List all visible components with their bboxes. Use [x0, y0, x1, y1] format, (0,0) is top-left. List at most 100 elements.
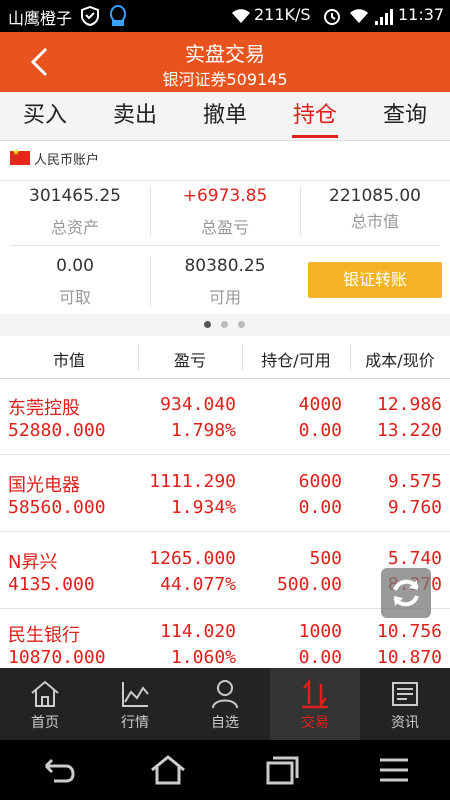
- market-value: 4135.000: [8, 574, 95, 595]
- tab-sell[interactable]: 卖出: [90, 92, 180, 140]
- holdings-table-header: 市值 盈亏 持仓/可用 成本/现价: [0, 336, 450, 379]
- nav-label: 首页: [31, 715, 59, 731]
- total-market-value-label: 总市值: [350, 212, 399, 231]
- profit: 1111.290: [149, 471, 236, 492]
- current-price: 13.220: [376, 420, 442, 441]
- available-qty: 500.00: [276, 574, 342, 595]
- cost-price: 9.575: [387, 471, 442, 492]
- divider: [10, 245, 440, 246]
- holding-qty: 4000: [298, 394, 342, 415]
- trade-icon: [302, 678, 328, 709]
- system-nav-bar: [0, 740, 450, 800]
- stock-name: 国光电器: [8, 475, 80, 496]
- total-profit: +6973.85 总盈亏: [150, 186, 300, 238]
- stock-name: N昇兴: [8, 552, 58, 573]
- header-market-value: 市值: [52, 351, 85, 370]
- available-funds-value: 80380.25: [184, 256, 266, 276]
- page-indicator: [0, 314, 450, 336]
- broker-account: 银河证券509145: [162, 70, 288, 89]
- total-market-value: 221085.00 总市值: [300, 186, 450, 232]
- market-value: 10870.000: [8, 647, 106, 668]
- clock: 11:37: [398, 5, 445, 24]
- current-price: 10.870: [376, 647, 442, 668]
- cost-price: 5.740: [387, 548, 442, 569]
- table-row[interactable]: 国光电器 58560.000 1111.290 1.934% 6000 0.00…: [0, 455, 450, 532]
- total-profit-label: 总盈亏: [200, 218, 249, 237]
- current-price: 9.760: [387, 497, 442, 518]
- total-profit-value: +6973.85: [182, 186, 268, 206]
- active-tab-indicator: [292, 135, 338, 138]
- withdrawable-value: 0.00: [56, 256, 94, 276]
- bank-transfer-button[interactable]: 银证转账: [308, 262, 442, 298]
- page-dot[interactable]: [221, 321, 228, 328]
- refresh-icon[interactable]: [381, 568, 431, 618]
- market-value: 52880.000: [8, 420, 106, 441]
- profit-percent: 1.060%: [170, 647, 236, 668]
- total-assets: 301465.25 总资产: [0, 186, 150, 238]
- tab-label: 撤单: [202, 103, 247, 128]
- available-qty: 0.00: [298, 420, 342, 441]
- withdrawable-label: 可取: [58, 288, 91, 307]
- shield-icon: [81, 6, 99, 26]
- bottom-nav: 首页 行情 自选 交易 资讯: [0, 668, 450, 740]
- nav-market[interactable]: 行情: [90, 668, 180, 740]
- available-qty: 0.00: [298, 497, 342, 518]
- china-flag-icon: [10, 148, 30, 165]
- home-icon: [31, 680, 59, 707]
- tab-label: 买入: [22, 103, 67, 128]
- tab-label: 持仓: [292, 103, 337, 128]
- page-dot[interactable]: [238, 321, 245, 328]
- profit-percent: 1.934%: [170, 497, 236, 518]
- holding-qty: 1000: [298, 621, 342, 642]
- nav-news[interactable]: 资讯: [360, 668, 450, 740]
- page-title: 实盘交易: [185, 42, 265, 66]
- tab-holdings[interactable]: 持仓: [270, 92, 360, 140]
- table-row[interactable]: 东莞控股 52880.000 934.040 1.798% 4000 0.00 …: [0, 378, 450, 455]
- network-speed: 211K/S: [254, 5, 311, 24]
- profit-percent: 1.798%: [170, 420, 236, 441]
- person-icon: [212, 680, 238, 709]
- status-bar: 山鹰橙子 211K/S 11:37: [0, 0, 450, 32]
- holding-qty: 500: [309, 548, 342, 569]
- header-profit: 盈亏: [173, 351, 206, 370]
- back-icon[interactable]: [38, 754, 78, 786]
- profit-percent: 44.077%: [160, 574, 236, 595]
- stock-name: 东莞控股: [8, 398, 80, 419]
- news-icon: [392, 682, 418, 706]
- nav-watchlist[interactable]: 自选: [180, 668, 270, 740]
- nav-home[interactable]: 首页: [0, 668, 90, 740]
- wifi-icon: [232, 9, 250, 23]
- nav-label: 自选: [211, 715, 239, 731]
- cost-price: 12.986: [376, 394, 442, 415]
- tab-query[interactable]: 查询: [360, 92, 450, 140]
- header-cost-price: 成本/现价: [365, 351, 435, 370]
- tab-cancel[interactable]: 撤单: [180, 92, 270, 140]
- app-header: 实盘交易 银河证券509145: [0, 32, 450, 92]
- chart-icon: [122, 682, 149, 707]
- available-qty: 0.00: [298, 647, 342, 668]
- wifi-signal-icon: [350, 9, 368, 23]
- page-dot-active[interactable]: [204, 321, 211, 328]
- holding-qty: 6000: [298, 471, 342, 492]
- qq-icon: [110, 5, 126, 26]
- nav-label: 行情: [121, 715, 149, 731]
- carrier-name: 山鹰橙子: [8, 9, 73, 28]
- alarm-icon: [324, 9, 340, 25]
- total-assets-label: 总资产: [50, 218, 99, 237]
- divider: [0, 180, 450, 181]
- recent-apps-icon[interactable]: [262, 754, 302, 786]
- menu-icon[interactable]: [374, 754, 414, 786]
- header-holding: 持仓/可用: [261, 351, 331, 370]
- nav-label: 交易: [301, 715, 329, 731]
- profit: 114.020: [160, 621, 236, 642]
- withdrawable: 0.00 可取: [0, 256, 150, 308]
- cost-price: 10.756: [376, 621, 442, 642]
- nav-trade[interactable]: 交易: [270, 668, 360, 740]
- account-header: 人民币账户: [0, 140, 450, 180]
- profit: 1265.000: [149, 548, 236, 569]
- available-funds: 80380.25 可用: [150, 256, 300, 308]
- tab-label: 查询: [382, 103, 427, 128]
- tab-buy[interactable]: 买入: [0, 92, 90, 140]
- home-button-icon[interactable]: [148, 754, 188, 786]
- account-label: 人民币账户: [34, 153, 100, 168]
